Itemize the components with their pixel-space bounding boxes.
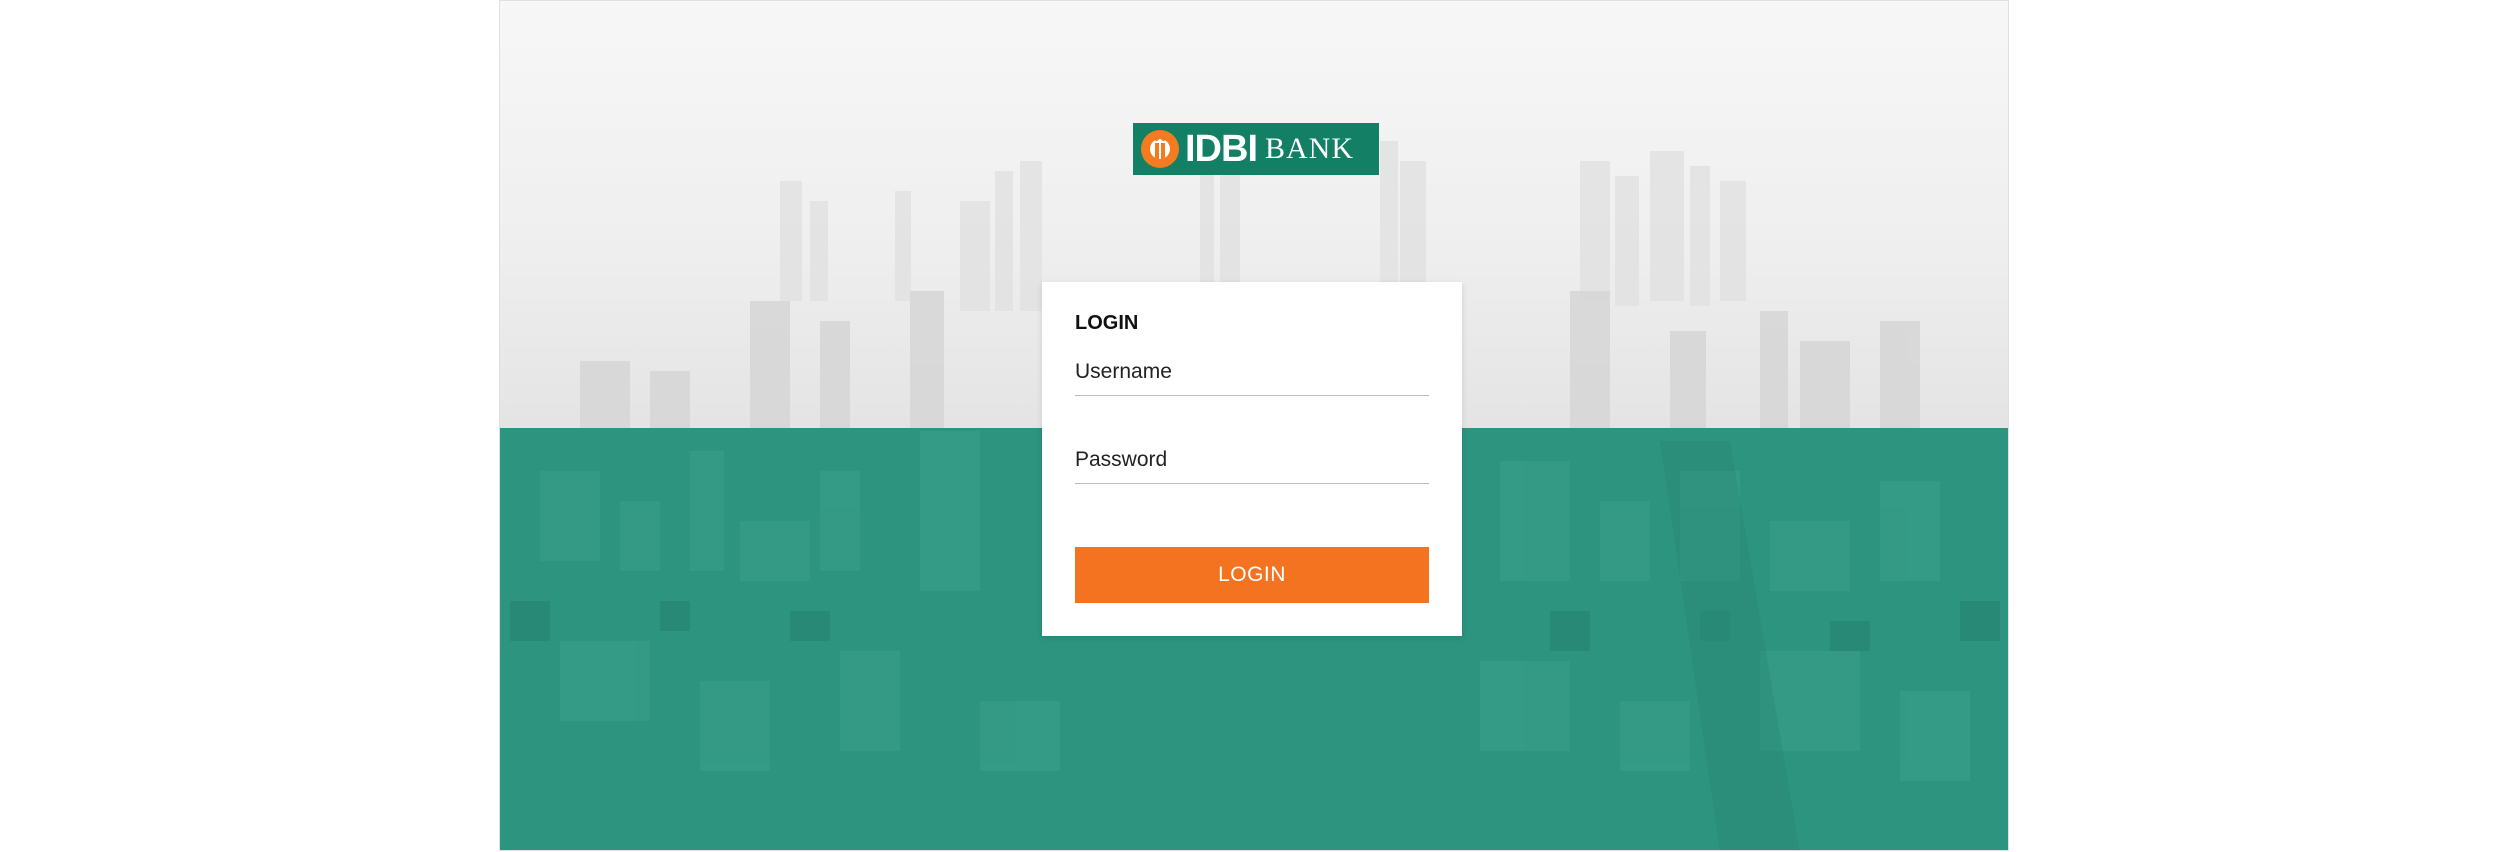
idbi-emblem-icon — [1141, 130, 1179, 168]
login-card-title: LOGIN — [1075, 312, 1139, 334]
login-card: LOGIN LOGIN — [1042, 282, 1462, 636]
login-page: IDBI BANK LOGIN LOGIN — [499, 0, 2009, 851]
login-button[interactable]: LOGIN — [1075, 547, 1429, 603]
logo-wordmark: IDBI — [1185, 127, 1258, 170]
logo-subtext: BANK — [1265, 132, 1355, 165]
idbi-bank-logo: IDBI BANK — [1133, 123, 1379, 175]
password-field[interactable] — [1075, 442, 1429, 484]
username-field[interactable] — [1075, 354, 1429, 396]
